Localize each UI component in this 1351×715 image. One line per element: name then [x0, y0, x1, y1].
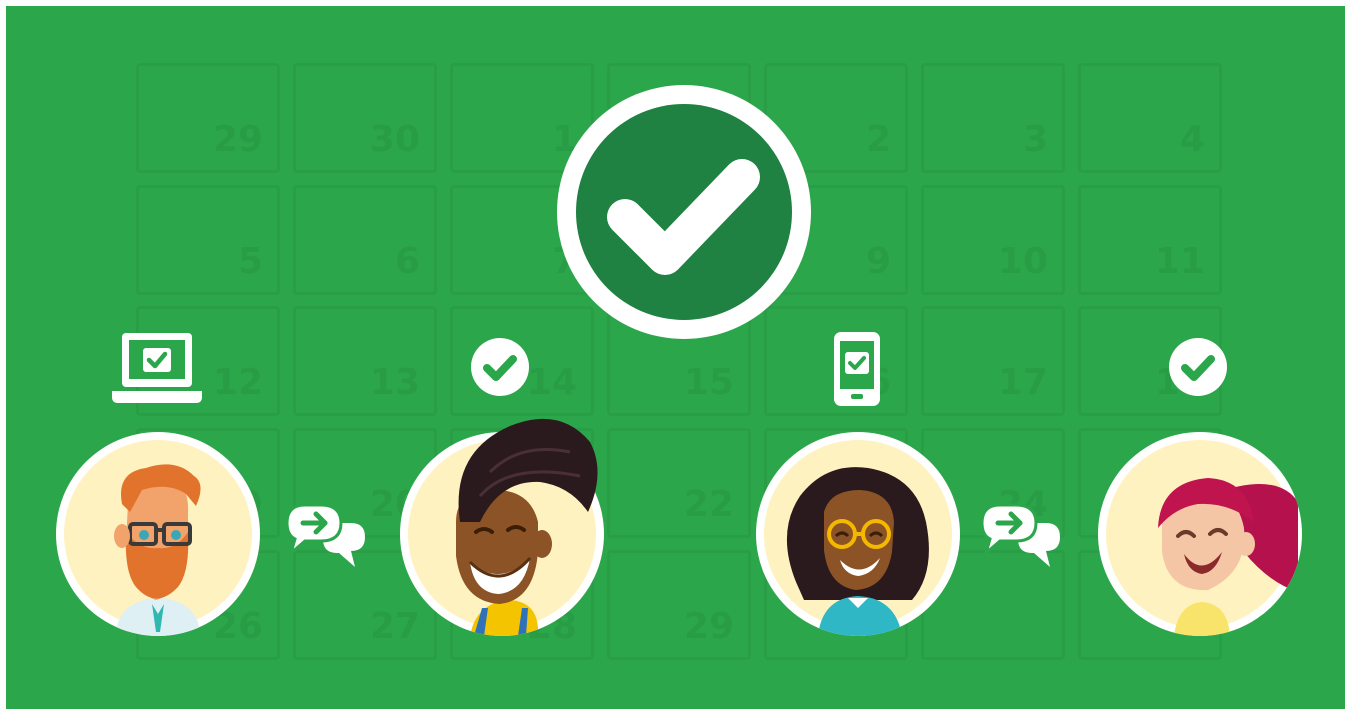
calendar-cell: 13	[293, 306, 437, 416]
avatar-woman-glasses-curly	[756, 432, 960, 636]
chat-arrow-icon	[980, 503, 1060, 567]
calendar-day-number: 5	[237, 241, 263, 282]
calendar-day-number: 9	[865, 241, 891, 282]
calendar-cell: 5	[136, 185, 280, 295]
calendar-day-number: 29	[212, 119, 263, 160]
small-check-icon	[1169, 338, 1227, 396]
calendar-day-number: 29	[683, 606, 734, 647]
calendar-day-number: 4	[1179, 119, 1205, 160]
calendar-cell: 6	[293, 185, 437, 295]
avatar-bearded-man	[56, 432, 260, 636]
calendar-cell: 10	[921, 185, 1065, 295]
big-check-icon	[557, 85, 811, 339]
calendar-day-number: 22	[683, 484, 734, 525]
avatar-laughing-girl	[1098, 432, 1302, 636]
calendar-day-number: 10	[997, 241, 1048, 282]
calendar-cell: 29	[607, 550, 751, 660]
calendar-day-number: 30	[369, 119, 420, 160]
calendar-cell: 4	[1078, 63, 1222, 173]
calendar-day-number: 11	[1154, 241, 1205, 282]
avatar-smiling-man-afro	[400, 412, 604, 636]
calendar-day-number: 15	[683, 362, 734, 403]
illustration-canvas: 2930112345678910111213141516171819202122…	[6, 6, 1345, 709]
calendar-day-number: 2	[865, 119, 891, 160]
calendar-day-number: 14	[526, 362, 577, 403]
calendar-cell: 17	[921, 306, 1065, 416]
calendar-day-number: 12	[212, 362, 263, 403]
calendar-cell: 3	[921, 63, 1065, 173]
calendar-day-number: 3	[1022, 119, 1048, 160]
calendar-day-number: 13	[369, 362, 420, 403]
phone-check-icon	[834, 332, 880, 406]
laptop-check-icon	[112, 333, 202, 403]
calendar-cell: 11	[1078, 185, 1222, 295]
small-check-icon	[471, 338, 529, 396]
calendar-cell: 22	[607, 428, 751, 538]
calendar-cell: 30	[293, 63, 437, 173]
chat-arrow-icon	[285, 503, 365, 567]
calendar-day-number: 17	[997, 362, 1048, 403]
calendar-day-number: 6	[394, 241, 420, 282]
calendar-cell: 29	[136, 63, 280, 173]
